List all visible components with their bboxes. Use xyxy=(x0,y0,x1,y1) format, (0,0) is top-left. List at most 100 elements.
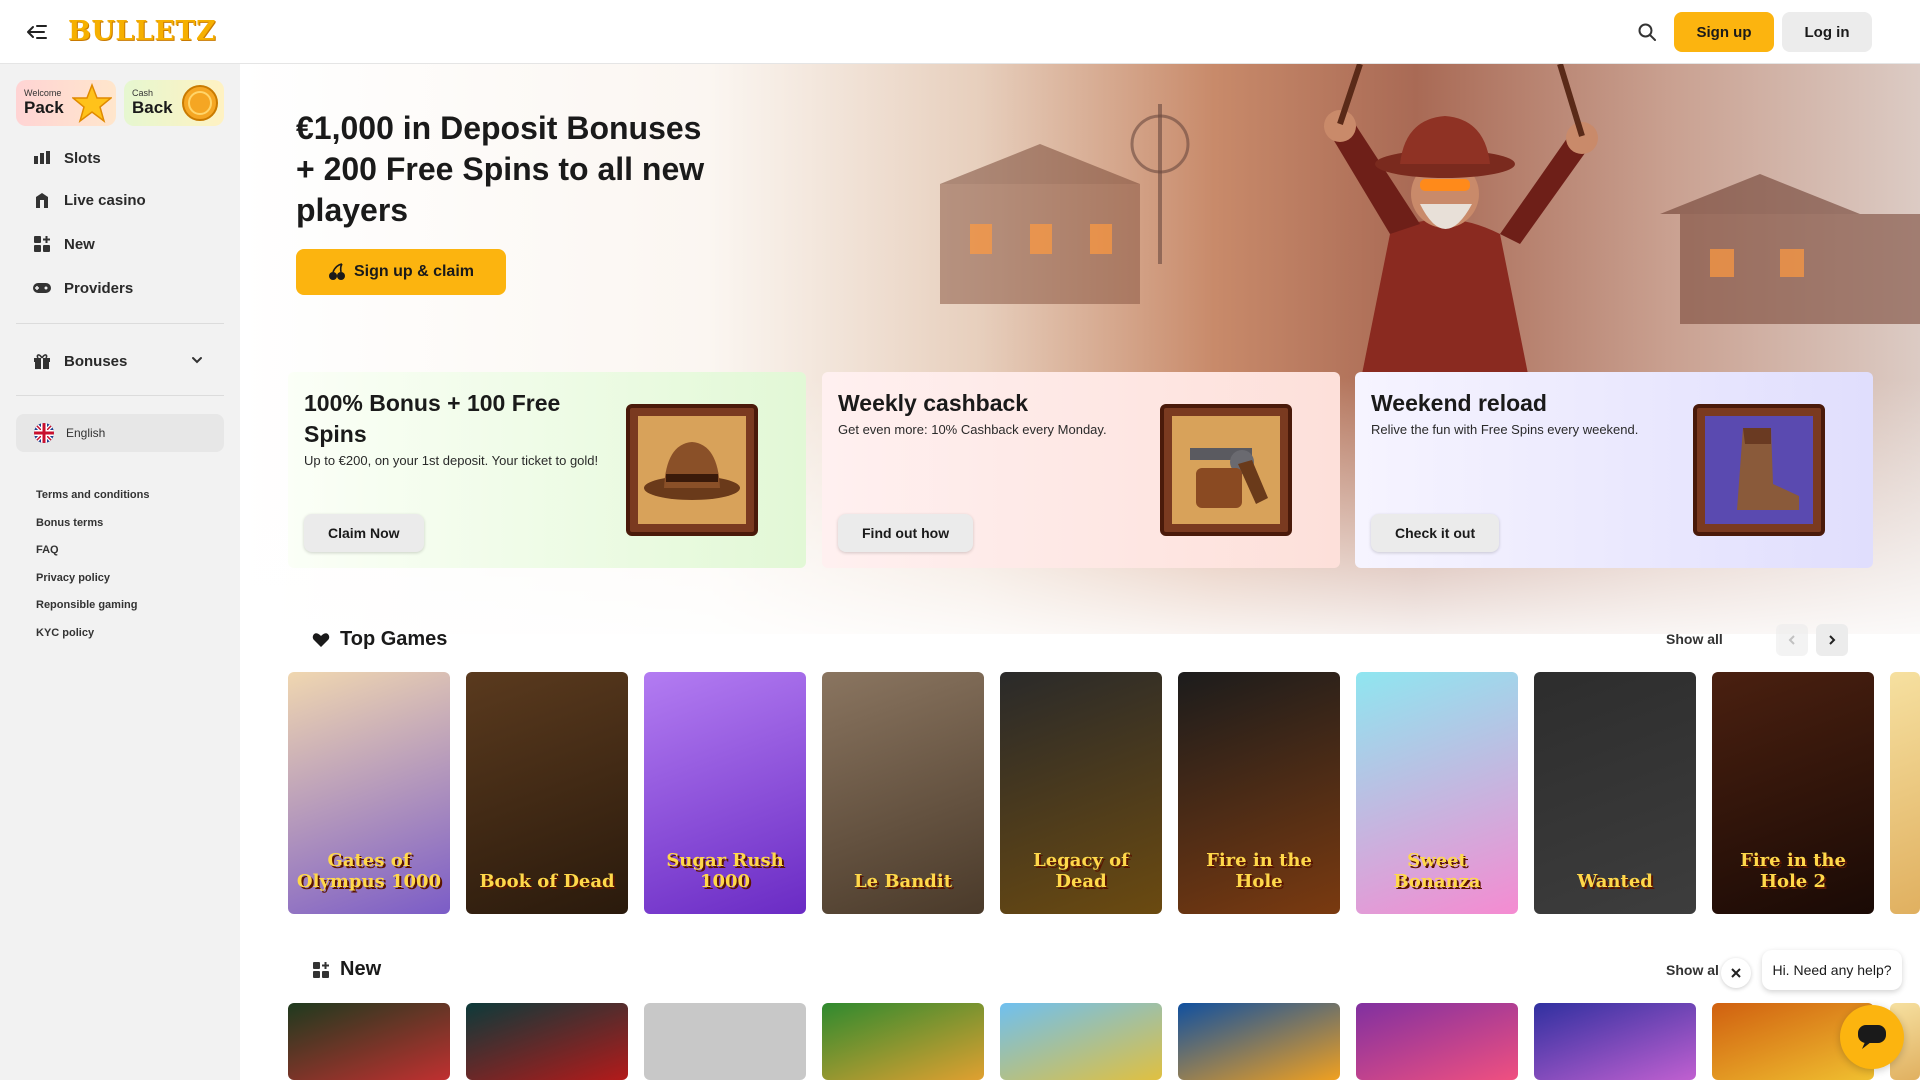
boot-icon xyxy=(1693,404,1825,536)
promo-card-desc: Up to €200, on your 1st deposit. Your ti… xyxy=(304,453,599,468)
promo-card-title: 100% Bonus + 100 Free Spins xyxy=(304,390,561,447)
sidebar: Welcome Pack Cash Back Slots Live casino… xyxy=(0,64,240,1080)
sidebar-item-label: Slots xyxy=(64,149,101,167)
login-button[interactable]: Log in xyxy=(1782,12,1872,52)
chevron-left-icon xyxy=(1788,635,1795,645)
uk-flag-icon xyxy=(34,423,54,443)
new-games-show-all[interactable]: Show al xyxy=(1666,962,1719,978)
logo[interactable]: BULLETZ xyxy=(68,16,216,47)
game-tile-title: Sweet Bonanza xyxy=(1393,850,1481,892)
promo-card-weekend-reload: Weekend reload Relive the fun with Free … xyxy=(1355,372,1873,568)
game-tile-title: Fire in the Hole 2 xyxy=(1740,850,1846,892)
coin-icon xyxy=(182,85,218,121)
game-tile-title: Sugar Rush 1000 xyxy=(666,850,784,892)
new-grid-icon xyxy=(313,961,329,978)
star-icon xyxy=(72,83,112,123)
search-icon[interactable] xyxy=(1634,19,1660,45)
game-tile-title: Fire in the Hole xyxy=(1206,850,1312,892)
chevron-down-icon xyxy=(190,353,204,372)
top-bar: BULLETZ Sign up Log in xyxy=(0,0,1920,64)
top-game-tile[interactable]: Fire in the Hole 2 xyxy=(1712,672,1874,914)
new-game-tile[interactable] xyxy=(644,1003,806,1080)
promo-small-label: Cash xyxy=(132,88,154,98)
top-game-tile[interactable]: Gates of Olympus 1000 xyxy=(288,672,450,914)
game-tile-title: Gates of Olympus 1000 xyxy=(296,850,442,892)
new-games-title: New xyxy=(340,958,382,980)
promo-big-label: Pack xyxy=(24,98,64,117)
top-games-header: Top Games xyxy=(312,628,447,651)
footer-link-kyc[interactable]: KYC policy xyxy=(36,627,94,639)
cherries-icon xyxy=(328,263,345,280)
top-games-title: Top Games xyxy=(340,628,448,650)
top-game-tile[interactable]: Fire in the Hole xyxy=(1178,672,1340,914)
live-casino-icon xyxy=(32,190,52,210)
revolver-icon xyxy=(1160,404,1292,536)
signup-claim-button[interactable]: Sign up & claim xyxy=(296,249,506,295)
new-game-tile[interactable] xyxy=(1356,1003,1518,1080)
promo-card-title: Weekend reload xyxy=(1371,390,1547,416)
chat-icon[interactable] xyxy=(1840,1005,1904,1069)
top-games-prev-button[interactable] xyxy=(1776,624,1808,656)
signup-button[interactable]: Sign up xyxy=(1674,12,1774,52)
chevron-right-icon xyxy=(1829,635,1836,645)
check-it-out-button[interactable]: Check it out xyxy=(1371,514,1500,552)
top-game-tile[interactable]: Legacy of Dead xyxy=(1000,672,1162,914)
sidebar-item-slots[interactable]: Slots xyxy=(16,140,224,176)
promo-big-label: Back xyxy=(132,98,173,117)
top-game-tile[interactable]: Wanted xyxy=(1534,672,1696,914)
top-games-next-button[interactable] xyxy=(1816,624,1848,656)
chat-close-icon[interactable] xyxy=(1721,958,1751,988)
sidebar-item-label: New xyxy=(64,235,95,253)
sidebar-item-label: Bonuses xyxy=(64,352,128,370)
top-games-show-all[interactable]: Show all xyxy=(1666,631,1723,647)
top-game-tile[interactable]: Sugar Rush 1000 xyxy=(644,672,806,914)
language-selector[interactable]: English xyxy=(16,414,224,452)
hero-title: €1,000 in Deposit Bonuses + 200 Free Spi… xyxy=(296,110,705,228)
new-games-header: New xyxy=(312,958,381,981)
game-tile-title: Book of Dead xyxy=(479,871,615,892)
sidebar-divider xyxy=(16,323,224,324)
cowboy-hat-icon xyxy=(626,404,758,536)
top-game-tile[interactable]: Le Bandit xyxy=(822,672,984,914)
new-game-tile[interactable] xyxy=(288,1003,450,1080)
sidebar-item-label: Live casino xyxy=(64,191,146,209)
menu-collapse-icon[interactable] xyxy=(24,20,50,44)
new-game-tile[interactable] xyxy=(466,1003,628,1080)
sidebar-divider xyxy=(16,395,224,396)
new-game-tile[interactable] xyxy=(822,1003,984,1080)
promo-card-welcome-bonus: 100% Bonus + 100 Free Spins Up to €200, … xyxy=(288,372,806,568)
footer-link-terms[interactable]: Terms and conditions xyxy=(36,489,149,501)
gamepad-icon xyxy=(32,278,52,298)
sidebar-item-live-casino[interactable]: Live casino xyxy=(16,182,224,218)
new-game-tile[interactable] xyxy=(1534,1003,1696,1080)
cashback-promo[interactable]: Cash Back xyxy=(124,80,224,126)
new-grid-icon xyxy=(32,234,52,254)
find-out-how-button[interactable]: Find out how xyxy=(838,514,974,552)
footer-link-responsible-gaming[interactable]: Reponsible gaming xyxy=(36,599,137,611)
promo-card-weekly-cashback: Weekly cashback Get even more: 10% Cashb… xyxy=(822,372,1340,568)
gift-icon xyxy=(32,351,52,371)
welcome-pack-promo[interactable]: Welcome Pack xyxy=(16,80,116,126)
footer-link-bonus-terms[interactable]: Bonus terms xyxy=(36,517,103,529)
game-tile-title: Wanted xyxy=(1577,871,1653,892)
new-game-tile[interactable] xyxy=(1178,1003,1340,1080)
footer-link-faq[interactable]: FAQ xyxy=(36,544,59,556)
language-label: English xyxy=(66,426,106,440)
new-game-tile[interactable] xyxy=(1000,1003,1162,1080)
heart-icon xyxy=(312,632,330,647)
claim-now-button[interactable]: Claim Now xyxy=(304,514,424,552)
footer-link-privacy[interactable]: Privacy policy xyxy=(36,572,110,584)
sidebar-item-bonuses[interactable]: Bonuses xyxy=(16,343,224,379)
promo-card-desc: Get even more: 10% Cashback every Monday… xyxy=(838,422,1107,437)
chat-bubble[interactable]: Hi. Need any help? xyxy=(1762,950,1902,990)
sidebar-item-new[interactable]: New xyxy=(16,226,224,262)
top-game-tile[interactable]: Sweet Bonanza xyxy=(1356,672,1518,914)
slots-icon xyxy=(32,148,52,168)
promo-small-label: Welcome xyxy=(24,88,62,98)
sidebar-item-providers[interactable]: Providers xyxy=(16,270,224,306)
promo-card-title: Weekly cashback xyxy=(838,390,1029,416)
top-game-tile[interactable]: Book of Dead xyxy=(466,672,628,914)
signup-claim-label: Sign up & claim xyxy=(353,263,474,280)
top-game-tile[interactable] xyxy=(1890,672,1920,914)
sidebar-item-label: Providers xyxy=(64,279,134,297)
